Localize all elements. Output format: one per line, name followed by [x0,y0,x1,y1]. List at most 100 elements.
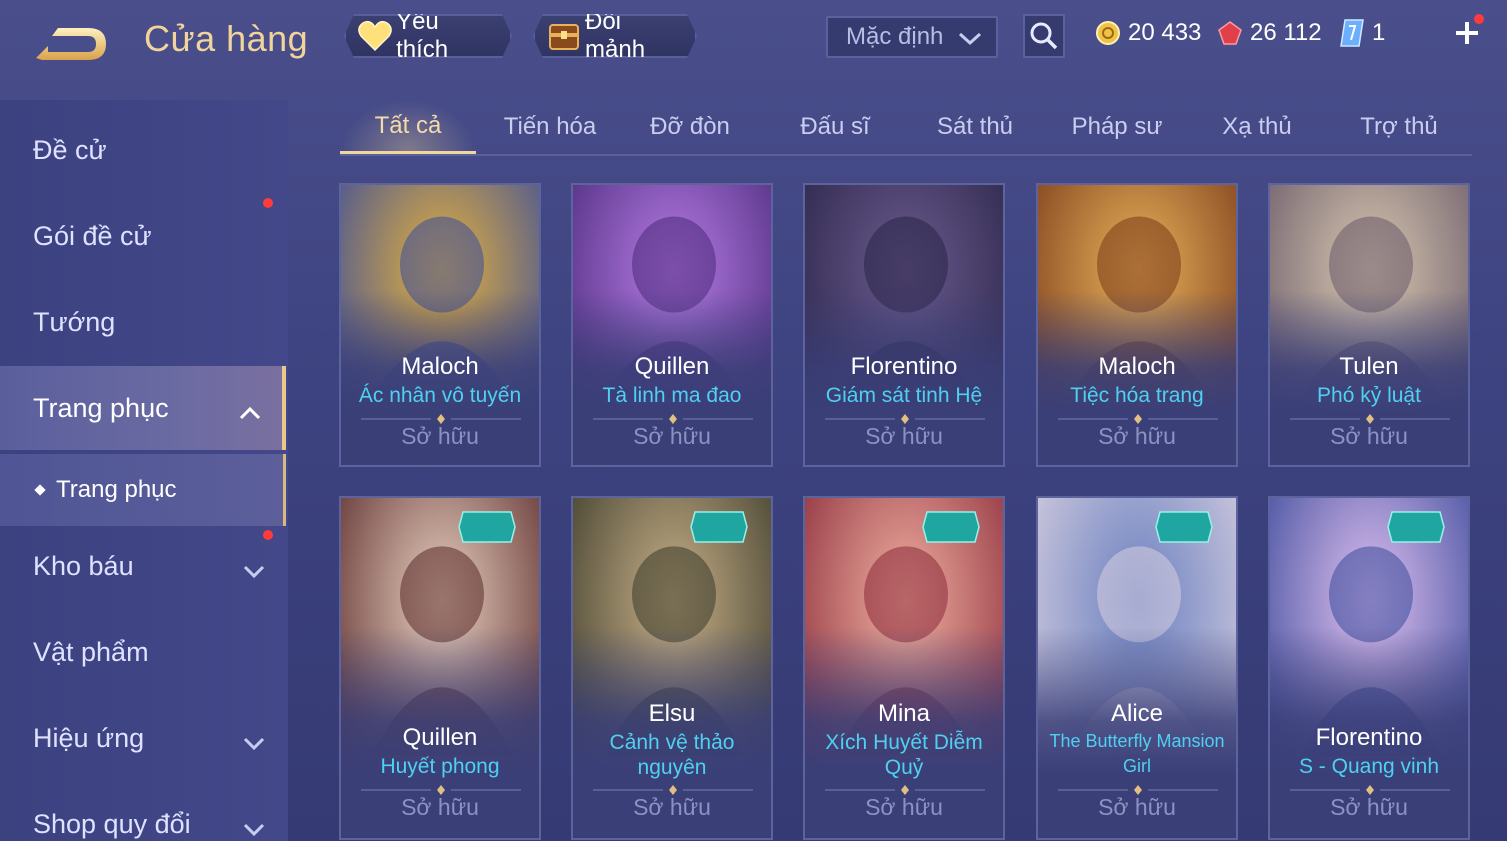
sort-value: Mặc định [846,23,944,50]
sidebar-item-recommended-packs[interactable]: Gói đề cử [0,194,286,278]
hero-name: Quillen [634,353,710,380]
tab-marksman[interactable]: Xạ thủ [1206,100,1308,154]
ornament-divider [825,411,985,424]
skin-badge [921,510,981,544]
skin-name: Tà linh ma đao [602,384,742,407]
sidebar-item-recommended[interactable]: Đề cử [0,108,286,192]
bullet-icon [34,484,46,496]
skin-card[interactable]: Tulen Phó kỷ luật Sở hữu [1268,183,1470,467]
sidebar-item-skins[interactable]: Trang phục [0,366,286,450]
notification-dot [263,530,273,540]
ruby-amount: 26 112 [1250,19,1322,46]
ruby-balance: 26 112 [1216,16,1322,50]
hero-name: Maloch [1098,353,1176,380]
skin-card[interactable]: Florentino Giám sát tinh Hệ Sở hữu [803,183,1005,467]
skin-card[interactable]: Florentino S - Quang vinh Sở hữu [1268,496,1470,840]
voucher-icon [1338,19,1366,47]
skin-name: Phó kỷ luật [1317,384,1421,407]
sidebar-item-label: Vật phẩm [33,636,149,667]
tab-evolution[interactable]: Tiến hóa [490,100,610,154]
ruby-icon [1216,19,1244,47]
sidebar-item-exchange-shop[interactable]: Shop quy đổi [0,782,286,841]
skin-name: Giám sát tinh Hệ [825,384,983,407]
skin-card[interactable]: Elsu Cảnh vệ thảo nguyên Sở hữu [571,496,773,840]
page-title: Cửa hàng [144,18,309,59]
chevron-down-icon [242,814,266,841]
sidebar-item-items[interactable]: Vật phẩm [0,610,286,694]
chevron-down-icon [242,556,266,587]
skin-badge [1154,510,1214,544]
skin-name: Xích Huyết Diễm [825,731,983,754]
skin-name: Girl [1123,756,1151,776]
sort-dropdown[interactable]: Mặc định [826,16,998,58]
owned-status: Sở hữu [865,423,943,449]
skin-card[interactable]: Maloch Ác nhân vô tuyến Sở hữu [339,183,541,467]
ornament-divider [361,411,521,424]
chevron-up-icon [238,398,262,429]
voucher-amount: 1 [1372,19,1386,46]
sidebar-item-treasure[interactable]: Kho báu [0,524,286,608]
tab-all[interactable]: Tất cả [340,100,476,154]
skin-name: Quỷ [884,756,924,779]
chevron-down-icon [958,28,982,56]
skin-name: Tiệc hóa trang [1070,384,1204,407]
search-icon [1030,22,1058,50]
exchange-shard-button[interactable]: Đổi mảnh [533,14,697,58]
skin-badge [689,510,749,544]
role-tabs: Tất cả Tiến hóa Đỡ đòn Đấu sĩ Sát thủ Ph… [340,100,1472,156]
owned-status: Sở hữu [1098,423,1176,449]
favorites-button[interactable]: Yêu thích [344,14,512,58]
exchange-shard-label: Đổi mảnh [585,8,646,63]
search-button[interactable] [1023,14,1065,58]
skin-card[interactable]: Maloch Tiệc hóa trang Sở hữu [1036,183,1238,467]
sidebar-item-label: Hiệu ứng [33,722,145,753]
skin-card[interactable]: Mina Xích Huyết Diễm Quỷ Sở hữu [803,496,1005,840]
tab-support[interactable]: Trợ thủ [1344,100,1454,154]
sidebar-item-effects[interactable]: Hiệu ứng [0,696,286,780]
ornament-divider [825,782,985,795]
skin-name: Cảnh vệ thảo [609,731,735,754]
owned-status: Sở hữu [1330,794,1408,820]
ornament-divider [361,782,521,795]
hero-name: Elsu [648,700,696,727]
skin-card[interactable]: Alice The Butterfly Mansion Girl Sở hữu [1036,496,1238,840]
ornament-divider [1290,782,1450,795]
skin-card[interactable]: Quillen Tà linh ma đao Sở hữu [571,183,773,467]
tab-tank[interactable]: Đỡ đòn [630,100,750,154]
category-sidebar: Đề cử Gói đề cử Tướng Trang phục Trang p… [0,100,288,841]
back-arrow-icon [36,28,106,60]
skin-badge [457,510,517,544]
tab-assassin[interactable]: Sát thủ [920,100,1030,154]
sidebar-item-label: Đề cử [33,134,107,165]
notification-dot [263,198,273,208]
sidebar-item-heroes[interactable]: Tướng [0,280,286,364]
ornament-divider [1058,411,1218,424]
tab-fighter[interactable]: Đấu sĩ [780,100,890,154]
ornament-divider [593,782,753,795]
owned-status: Sở hữu [865,794,943,820]
skin-name: S - Quang vinh [1298,755,1440,778]
owned-status: Sở hữu [633,794,711,820]
top-up-button[interactable] [1450,14,1484,50]
back-button[interactable] [30,18,112,66]
owned-status: Sở hữu [1098,794,1176,820]
ornament-divider [1290,411,1450,424]
sidebar-subitem-skins[interactable]: Trang phục [0,454,286,526]
skin-name: Huyết phong [380,755,500,778]
ornament-divider [1058,782,1218,795]
skin-card[interactable]: Quillen Huyết phong Sở hữu [339,496,541,840]
ornament-divider [593,411,753,424]
hero-name: Quillen [402,724,478,751]
skin-name: The Butterfly Mansion [1049,731,1225,751]
hero-name: Maloch [401,353,479,380]
chevron-down-icon [242,728,266,759]
skin-name: nguyên [637,756,707,779]
favorites-label: Yêu thích [396,8,449,63]
gold-amount: 20 433 [1128,19,1202,46]
owned-status: Sở hữu [633,423,711,449]
tab-mage[interactable]: Pháp sư [1060,100,1174,154]
owned-status: Sở hữu [401,794,479,820]
skin-badge [1386,510,1446,544]
hero-name: Alice [1110,700,1164,727]
owned-status: Sở hữu [1330,423,1408,449]
